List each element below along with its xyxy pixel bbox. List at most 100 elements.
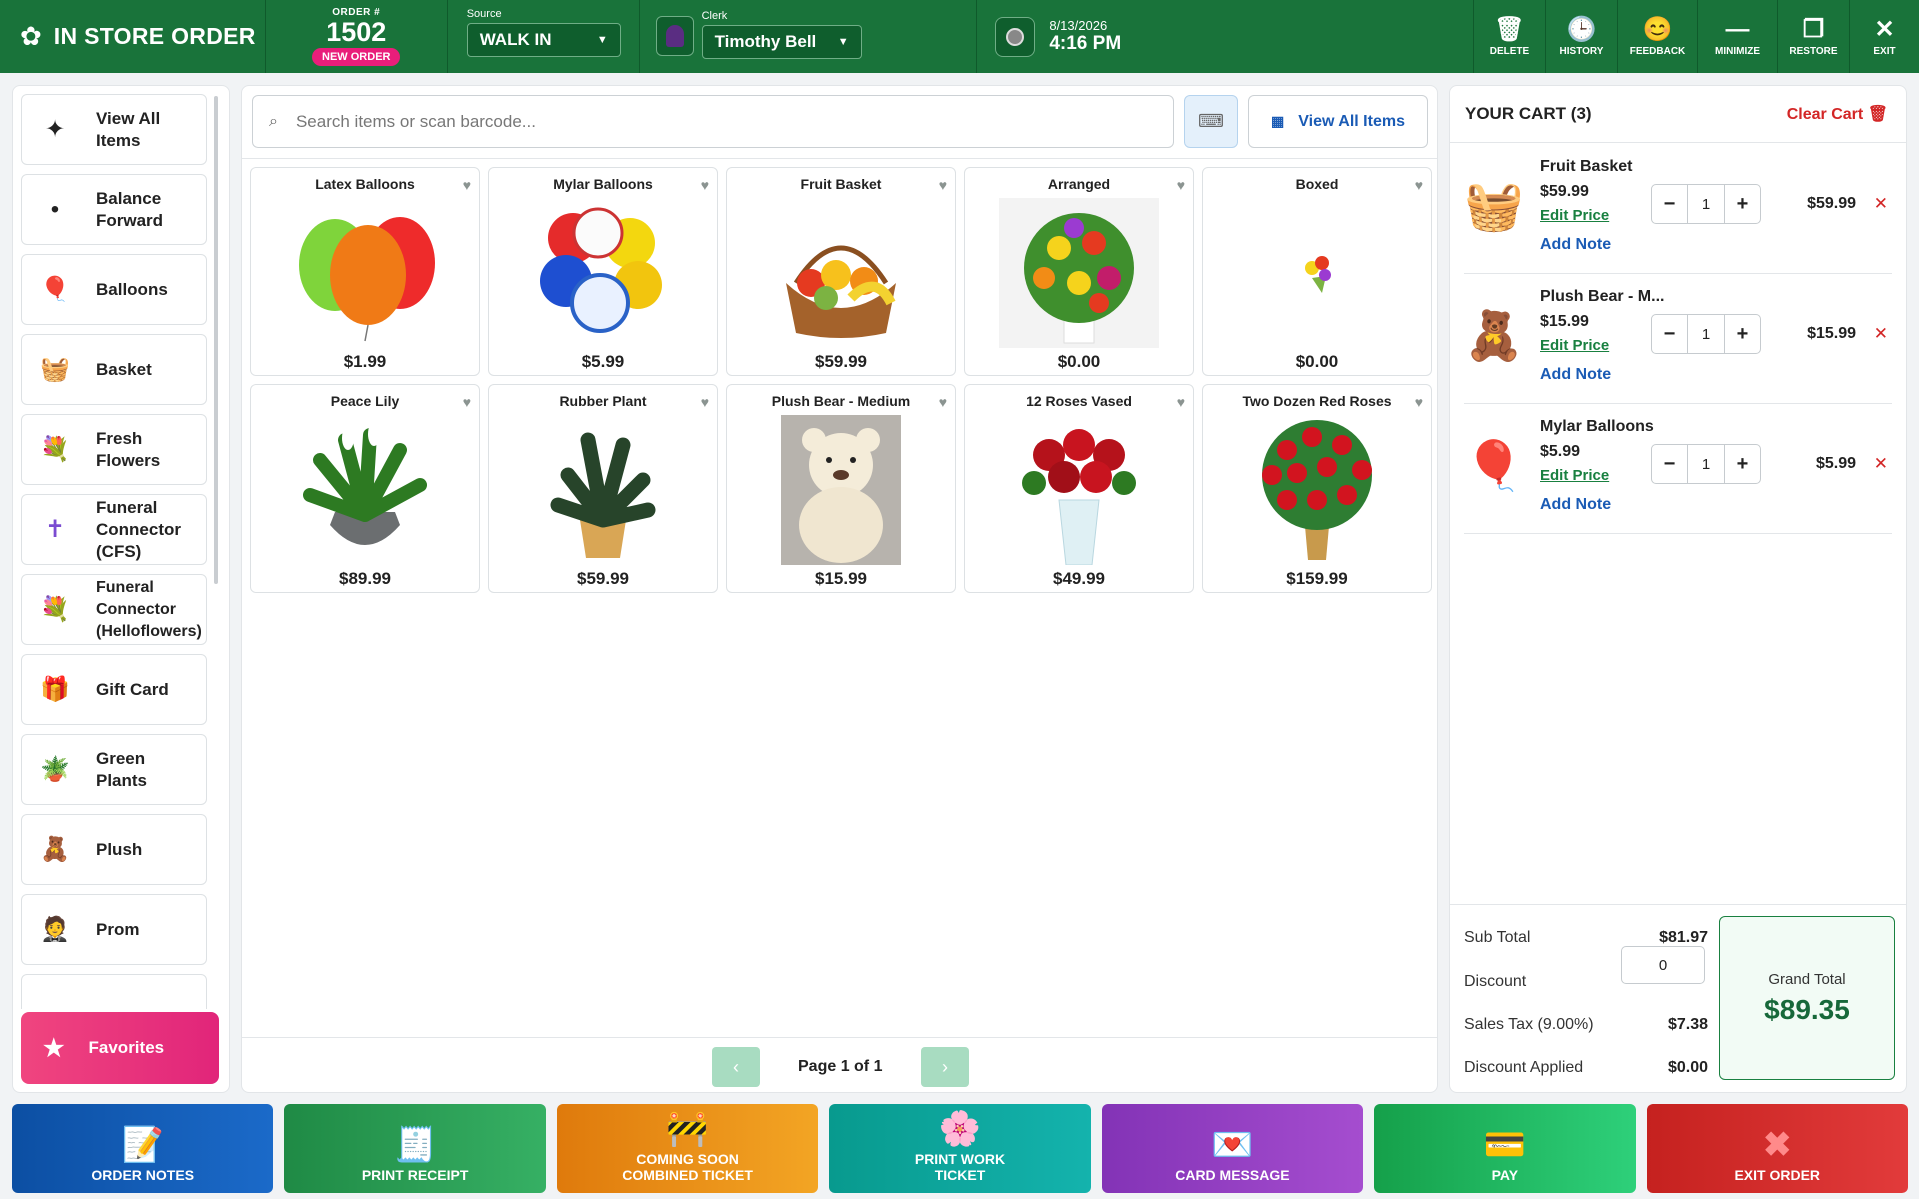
- trash-icon: 🗑: [1494, 16, 1525, 43]
- add-note-link[interactable]: Add Note: [1540, 236, 1611, 254]
- exit-button[interactable]: ✕ EXIT: [1849, 0, 1919, 73]
- product-tile[interactable]: Fruit Basket ♥ $59.99: [726, 167, 956, 376]
- category-green-plants[interactable]: 🪴 Green Plants: [21, 734, 207, 805]
- decrease-qty-button[interactable]: −: [1651, 444, 1688, 484]
- quantity-value[interactable]: 1: [1688, 184, 1724, 224]
- product-tile[interactable]: Boxed ♥ $0.00: [1202, 167, 1432, 376]
- category-funeral-connector-cfs[interactable]: ✝ Funeral Connector (CFS): [21, 494, 207, 565]
- discount-input[interactable]: 0: [1621, 946, 1705, 984]
- heart-icon[interactable]: ♥: [1177, 177, 1185, 193]
- product-tile[interactable]: Peace Lily ♥ $89.99: [250, 384, 480, 593]
- view-all-items-button[interactable]: ▦ View All Items: [1248, 95, 1428, 148]
- feedback-button[interactable]: 😊 FEEDBACK: [1617, 0, 1697, 73]
- history-button[interactable]: 🕒 HISTORY: [1545, 0, 1617, 73]
- cart-item-image: 🧺: [1464, 179, 1524, 233]
- print-receipt-button[interactable]: 🧾 PRINT RECEIPT: [284, 1104, 546, 1193]
- remove-item-icon[interactable]: ✕: [1874, 194, 1888, 214]
- heart-icon[interactable]: ♥: [939, 177, 947, 193]
- category-balance-forward[interactable]: • Balance Forward: [21, 174, 207, 245]
- product-tile[interactable]: Rubber Plant ♥ $59.99: [488, 384, 718, 593]
- category-label: Gift Card: [96, 679, 169, 699]
- print-work-ticket-button[interactable]: 🌸 PRINT WORK TICKET: [829, 1104, 1091, 1193]
- clear-cart-button[interactable]: Clear Cart 🗑: [1787, 104, 1888, 124]
- search-input[interactable]: [295, 111, 1136, 132]
- remove-item-icon[interactable]: ✕: [1874, 324, 1888, 344]
- tax-value: $7.38: [1667, 1016, 1708, 1033]
- remove-item-icon[interactable]: ✕: [1874, 454, 1888, 474]
- edit-price-link[interactable]: Edit Price: [1540, 337, 1609, 354]
- edit-price-link[interactable]: Edit Price: [1540, 207, 1609, 224]
- combined-ticket-button[interactable]: 🚧 COMING SOON COMBINED TICKET: [556, 1104, 819, 1193]
- exit-label: EXIT: [1873, 46, 1896, 57]
- restore-button[interactable]: ❐ RESTORE: [1777, 0, 1849, 73]
- product-tile[interactable]: Mylar Balloons ♥ $5.99: [488, 167, 718, 376]
- increase-qty-button[interactable]: +: [1724, 444, 1761, 484]
- quantity-value[interactable]: 1: [1688, 444, 1724, 484]
- heart-icon[interactable]: ♥: [939, 394, 947, 410]
- product-tile[interactable]: Latex Balloons ♥ $1.99: [250, 167, 480, 376]
- decrease-qty-button[interactable]: −: [1651, 184, 1688, 224]
- edit-price-link[interactable]: Edit Price: [1540, 467, 1609, 484]
- order-number: 1502: [326, 17, 387, 47]
- product-name: 12 Roses Vased: [1026, 393, 1132, 409]
- card-message-label: CARD MESSAGE: [1175, 1167, 1290, 1183]
- heart-icon[interactable]: ♥: [701, 394, 709, 410]
- top-header: ✿ IN STORE ORDER ORDER # 1502 NEW ORDER …: [0, 0, 1919, 73]
- heart-icon[interactable]: ♥: [463, 177, 471, 193]
- category-balloons[interactable]: 🎈 Balloons: [21, 254, 207, 325]
- product-tile[interactable]: 12 Roses Vased ♥ $49.99: [964, 384, 1194, 593]
- product-panel: ⌕ ⌨ ▦ View All Items Latex Balloons ♥ $1…: [241, 85, 1438, 1093]
- heart-icon[interactable]: ♥: [1415, 394, 1423, 410]
- chevron-right-icon: ›: [942, 1056, 948, 1077]
- card-message-button[interactable]: 💌 CARD MESSAGE: [1101, 1104, 1364, 1193]
- category-plush[interactable]: 🧸 Plush: [21, 814, 207, 885]
- category-view-all-items[interactable]: ✦ View All Items: [21, 94, 207, 165]
- keyboard-button[interactable]: ⌨: [1184, 95, 1238, 148]
- source-select[interactable]: WALK IN ▼: [466, 23, 621, 57]
- category-prom[interactable]: 🤵 Prom: [21, 894, 207, 965]
- heart-icon[interactable]: ♥: [1177, 394, 1185, 410]
- add-note-link[interactable]: Add Note: [1540, 366, 1611, 384]
- category-label: Green Plants: [96, 748, 148, 790]
- prev-page-button[interactable]: ‹: [712, 1047, 760, 1087]
- product-tile[interactable]: Arranged ♥ $0.00: [964, 167, 1194, 376]
- category-basket[interactable]: 🧺 Basket: [21, 334, 207, 405]
- favorites-button[interactable]: ★ Favorites: [21, 1012, 219, 1084]
- heart-icon[interactable]: ♥: [701, 177, 709, 193]
- sidebar-scrollbar[interactable]: [214, 96, 218, 584]
- product-tile[interactable]: Two Dozen Red Roses ♥ $159.99: [1202, 384, 1432, 593]
- increase-qty-button[interactable]: +: [1724, 184, 1761, 224]
- category-fresh-flowers[interactable]: 💐 Fresh Flowers: [21, 414, 207, 485]
- bouquet-icon: 💐: [40, 596, 70, 623]
- order-notes-button[interactable]: 📝 ORDER NOTES: [12, 1104, 274, 1193]
- heart-icon[interactable]: ♥: [463, 394, 471, 410]
- product-image: [523, 415, 683, 565]
- category-gift-card[interactable]: 🎁 Gift Card: [21, 654, 207, 725]
- combined-ticket-label: COMING SOON COMBINED TICKET: [622, 1151, 753, 1183]
- delete-button[interactable]: 🗑 DELETE: [1473, 0, 1545, 73]
- gear-icon[interactable]: ✿: [20, 21, 42, 52]
- minimize-button[interactable]: — MINIMIZE: [1697, 0, 1777, 73]
- quantity-stepper: − 1 +: [1651, 314, 1761, 354]
- quantity-value[interactable]: 1: [1688, 314, 1724, 354]
- next-page-button[interactable]: ›: [921, 1047, 969, 1087]
- chevron-down-icon: ▼: [837, 36, 849, 48]
- product-tile[interactable]: Plush Bear - Medium ♥ $15.99: [726, 384, 956, 593]
- discount-applied-label: Discount Applied: [1464, 1059, 1584, 1076]
- category-sidebar: ✦ View All Items • Balance Forward 🎈 Balloo…: [12, 85, 230, 1093]
- product-price: $0.00: [1295, 352, 1339, 371]
- exit-order-button[interactable]: ✖ EXIT ORDER: [1646, 1104, 1908, 1193]
- construction-barrier-icon: 🚧: [666, 1110, 709, 1148]
- add-note-link[interactable]: Add Note: [1540, 496, 1611, 514]
- cart-item: 🧸 Plush Bear - M... $15.99 Edit Price Ad…: [1464, 274, 1892, 404]
- category-funeral-connector-helloflowers[interactable]: 💐 Funeral Connector (Helloflowers): [21, 574, 207, 645]
- page-indicator: Page 1 of 1: [798, 1058, 883, 1075]
- cart-item-price: $15.99: [1540, 313, 1589, 330]
- increase-qty-button[interactable]: +: [1724, 314, 1761, 354]
- heart-icon[interactable]: ♥: [1415, 177, 1423, 193]
- product-image: [1237, 415, 1397, 565]
- category-partial[interactable]: [21, 974, 207, 1009]
- clerk-select[interactable]: Timothy Bell ▼: [701, 25, 862, 59]
- pay-button[interactable]: 💳 PAY: [1374, 1104, 1636, 1193]
- decrease-qty-button[interactable]: −: [1651, 314, 1688, 354]
